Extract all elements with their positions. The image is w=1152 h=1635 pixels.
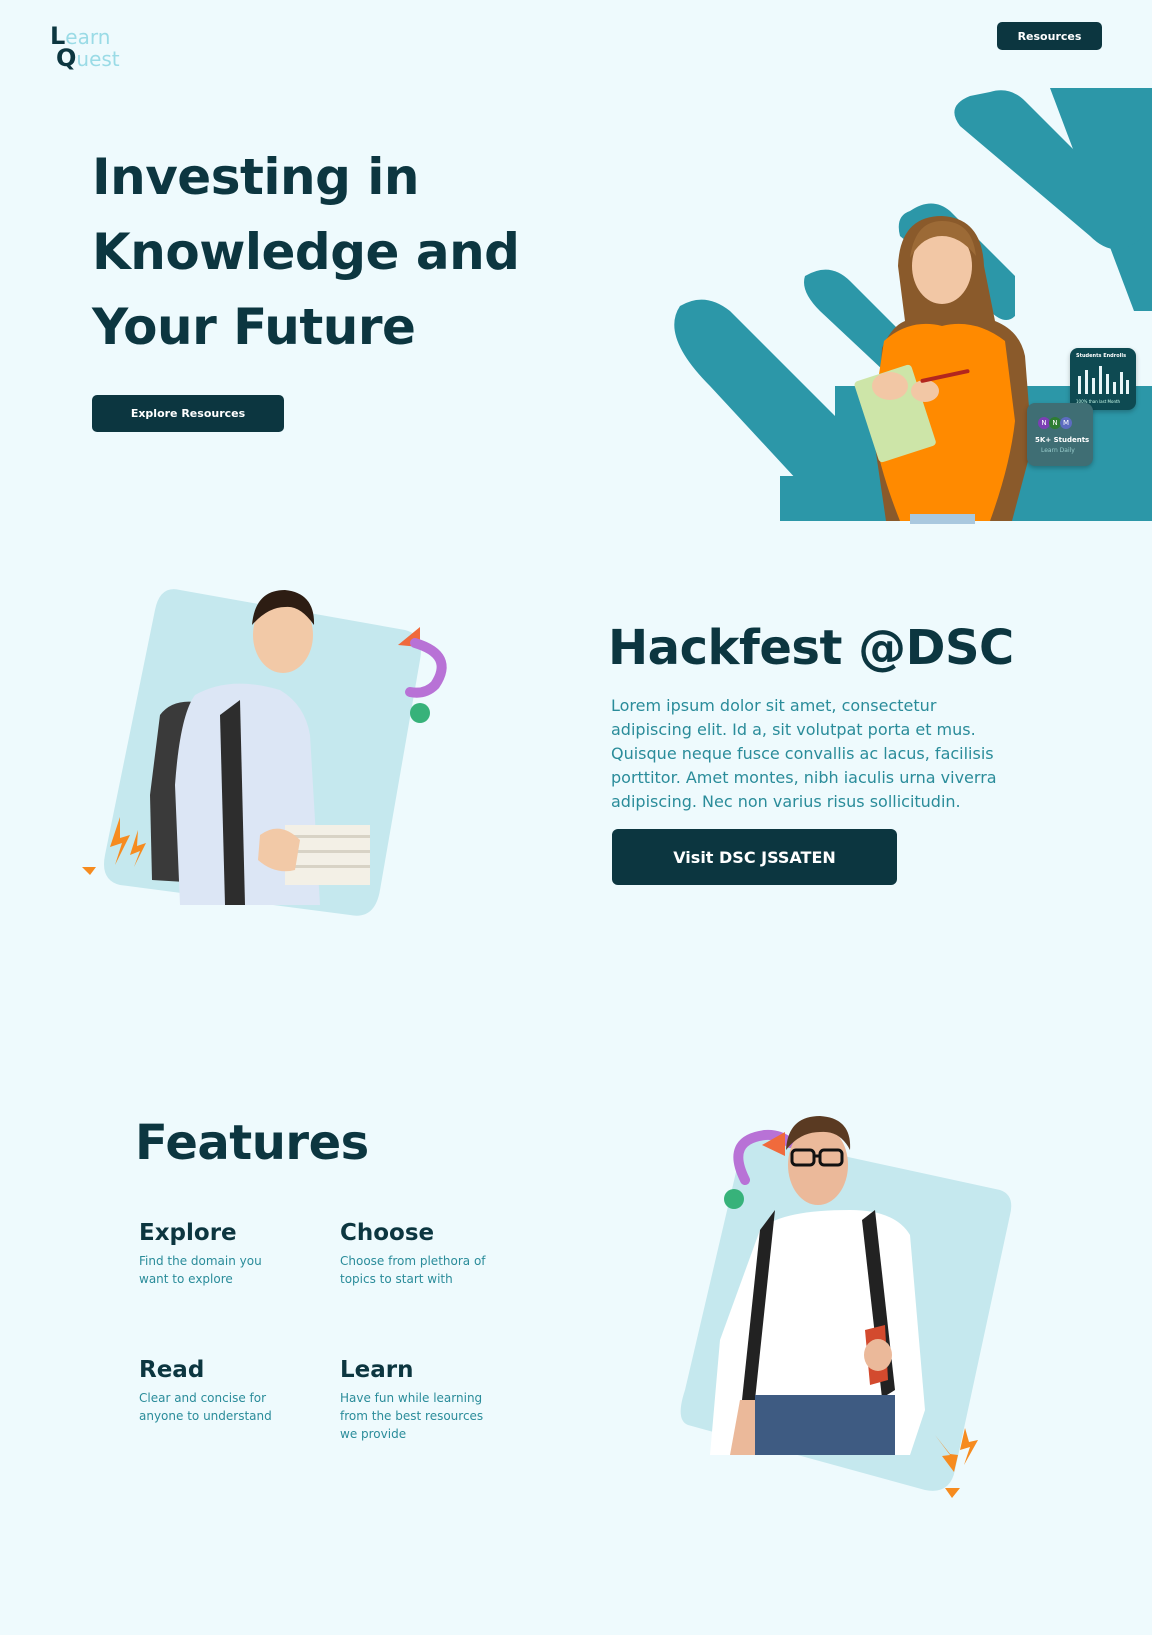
feature-text: Have fun while learning from the best re… (340, 1391, 484, 1441)
feature-text: Choose from plethora of topics to start … (340, 1254, 486, 1286)
feature-title: Read (139, 1357, 205, 1383)
feature-title: Explore (139, 1220, 237, 1246)
students-card-title: Students Endrolls (1076, 353, 1127, 359)
feature-text: Clear and concise for anyone to understa… (139, 1391, 272, 1423)
hero-title-line: Investing in (92, 148, 420, 206)
lightning-decoration (82, 867, 96, 875)
students-enroll-card: Students Endrolls 100% than last Month (1070, 348, 1136, 410)
feature-text: Find the domain you want to explore (139, 1254, 262, 1286)
students-bar-chart (1078, 366, 1129, 394)
enroll-count: 5K+ Students (1035, 436, 1090, 444)
feature-title: Learn (340, 1357, 414, 1383)
features-illustration (680, 1116, 1012, 1498)
logo-letter-q: Q (56, 44, 77, 72)
visit-dsc-button[interactable]: Visit DSC JSSATEN (612, 829, 897, 885)
enroll-sublabel: Learn Daily (1041, 447, 1075, 454)
feature-read: Read Clear and concise for anyone to und… (139, 1357, 289, 1425)
resources-button[interactable]: Resources (997, 22, 1102, 50)
hackfest-description: Lorem ipsum dolor sit amet, consectetur … (611, 696, 997, 811)
dot-decoration (410, 703, 430, 723)
hackfest-title: Hackfest @DSC (608, 620, 1014, 676)
logo-word-uest: uest (76, 47, 120, 71)
feature-title: Choose (340, 1220, 435, 1246)
feature-choose: Choose Choose from plethora of topics to… (340, 1220, 490, 1288)
dot-decoration (724, 1189, 744, 1209)
explore-resources-button[interactable]: Explore Resources (92, 395, 284, 432)
enroll-students-card: N N M 5K+ Students Learn Daily (1027, 403, 1093, 466)
hero-title: Investing in Knowledge and Your Future (92, 140, 552, 365)
hackfest-illustration (82, 589, 447, 916)
feature-explore: Explore Find the domain you want to expl… (139, 1220, 289, 1288)
lightning-decoration (945, 1488, 960, 1498)
features-title: Features (135, 1115, 369, 1171)
avatar: M (1060, 417, 1072, 429)
hero-title-line: Your Future (92, 298, 416, 356)
feature-learn: Learn Have fun while learning from the b… (340, 1357, 490, 1443)
logo[interactable]: Learn Quest (50, 22, 140, 72)
hero-title-line: Knowledge and (92, 223, 520, 281)
